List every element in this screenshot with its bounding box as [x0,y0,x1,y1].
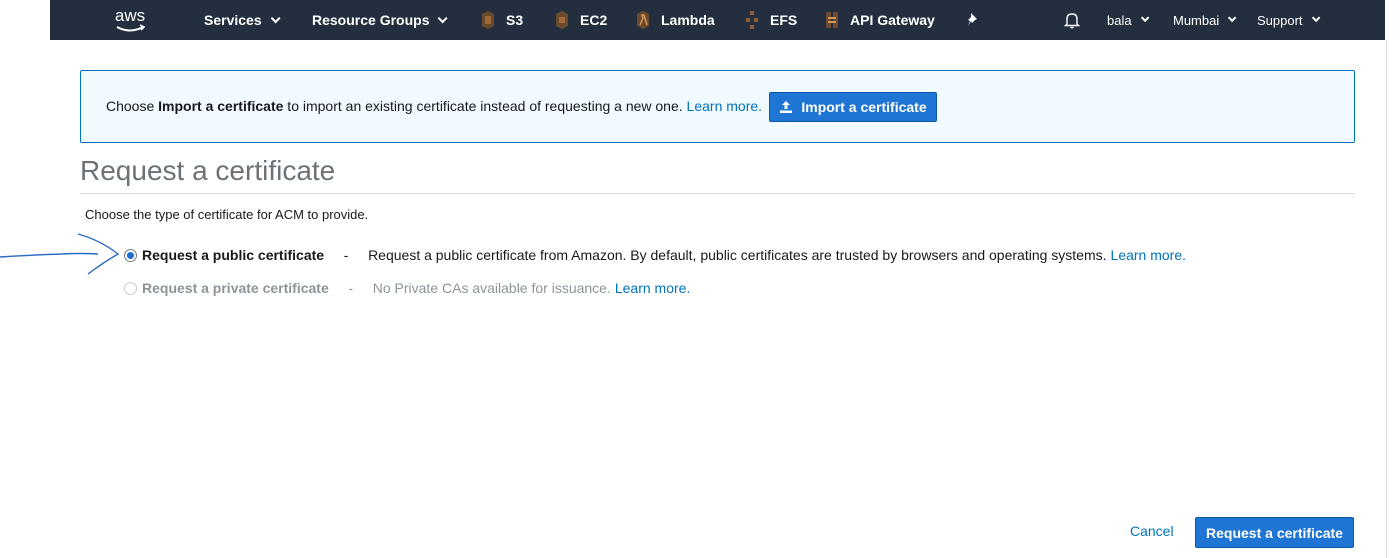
efs-icon [746,11,758,29]
shortcut-lambda[interactable]: Lambda [635,0,715,40]
shortcut-lambda-label: Lambda [661,12,715,28]
shortcut-s3-label: S3 [506,12,524,28]
shortcut-efs-label: EFS [770,12,798,28]
support-label: Support [1257,12,1303,28]
shortcut-api-gateway[interactable]: API Gateway [824,0,935,40]
upload-icon [780,101,793,113]
import-info-banner: Choose Import a certificate to import an… [80,70,1355,143]
banner-text-prefix: Choose [106,98,159,114]
support-menu[interactable]: Support [1257,0,1320,40]
title-divider [80,193,1355,194]
public-learn-more-link[interactable]: Learn more. [1111,247,1186,263]
import-certificate-label: Import a certificate [801,99,927,115]
option-separator: - [348,280,354,296]
notifications-button[interactable] [1063,0,1081,40]
import-certificate-button[interactable]: Import a certificate [769,92,937,122]
private-certificate-label: Request a private certificate [142,280,329,296]
chevron-down-icon [1140,13,1149,23]
aws-logo-icon: aws [115,6,146,32]
chevron-down-icon [1228,13,1237,23]
public-certificate-radio[interactable] [124,248,137,262]
resource-groups-label: Resource Groups [312,12,430,28]
request-certificate-button[interactable]: Request a certificate [1195,517,1354,548]
shortcut-ec2-label: EC2 [580,12,608,28]
svg-text:aws: aws [115,6,145,25]
s3-icon [482,11,494,29]
page-gutter [0,0,50,558]
services-label: Services [204,12,262,28]
aws-logo[interactable]: aws [110,3,150,37]
public-certificate-description: Request a public certificate from Amazon… [368,247,1107,263]
shortcut-api-gateway-label: API Gateway [850,12,935,28]
shortcut-s3[interactable]: S3 [480,0,523,40]
pin-shortcuts-button[interactable] [966,0,980,40]
chevron-down-icon [270,12,281,23]
shortcut-ec2[interactable]: EC2 [554,0,607,40]
pin-icon [968,13,977,26]
public-certificate-label[interactable]: Request a public certificate [142,247,324,263]
account-label: bala [1107,12,1132,28]
private-certificate-radio [124,281,137,295]
chevron-down-icon [1311,13,1320,23]
ec2-icon [556,11,568,29]
region-label: Mumbai [1173,12,1220,28]
private-learn-more-link[interactable]: Learn more. [615,280,690,296]
option-private-certificate: Request a private certificate - No Priva… [124,278,690,298]
resource-groups-menu[interactable]: Resource Groups [312,0,449,40]
banner-learn-more-link[interactable]: Learn more. [687,98,762,114]
option-public-certificate[interactable]: Request a public certificate - Request a… [124,245,1186,265]
lambda-icon [637,11,649,29]
private-certificate-description: No Private CAs available for issuance. [372,280,611,296]
scrollbar-track[interactable] [1386,40,1387,558]
top-navigation-bar: aws Services Resource Groups S3 EC2 Lamb… [50,0,1385,40]
banner-text-suffix: to import an existing certificate instea… [283,98,687,114]
hand-drawn-arrow-annotation [0,233,120,275]
shortcut-efs[interactable]: EFS [744,0,797,40]
bell-icon [1063,13,1081,29]
banner-text-bold: Import a certificate [158,98,284,114]
banner-message: Choose Import a certificate to import an… [106,98,762,114]
account-menu[interactable]: bala [1107,0,1149,40]
page-subtitle: Choose the type of certificate for ACM t… [85,207,369,222]
api-gateway-icon [826,12,838,28]
option-separator: - [343,247,349,263]
region-menu[interactable]: Mumbai [1173,0,1237,40]
cancel-button[interactable]: Cancel [1130,523,1174,539]
page-title: Request a certificate [80,155,336,186]
services-menu[interactable]: Services [204,0,281,40]
chevron-down-icon [438,12,449,23]
